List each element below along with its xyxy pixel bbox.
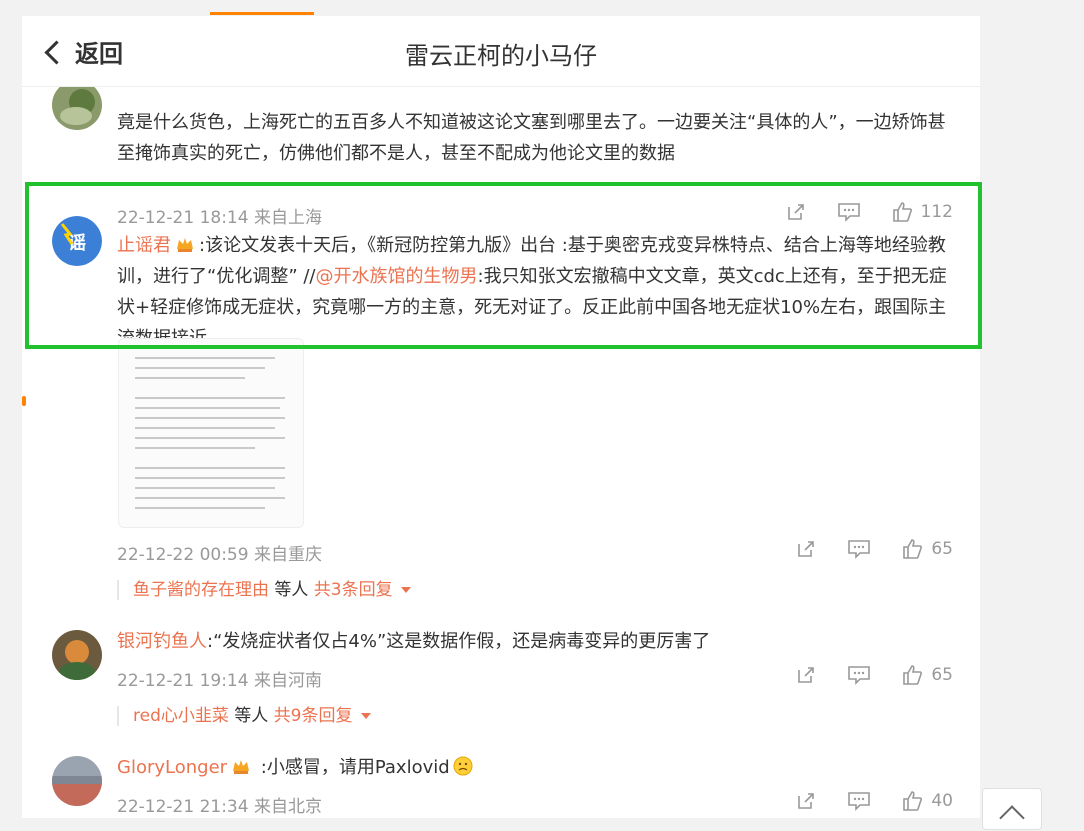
like-count: 112 <box>920 202 953 222</box>
comment-text: GloryLonger :小感冒，请用Paxlovid <box>117 752 957 783</box>
emoji-icon <box>453 756 473 776</box>
comment-text: 银河钓鱼人:“发烧症状者仅占4%”这是数据作假，还是病毒变异的更厉害了 <box>117 626 957 657</box>
comment-meta: 22-12-21 21:34 来自北京 <box>117 797 322 817</box>
reply-count-link[interactable]: 共3条回复 <box>314 580 393 600</box>
like-button[interactable]: 112 <box>891 201 953 223</box>
like-count: 65 <box>931 665 953 685</box>
comment-button[interactable] <box>847 538 871 560</box>
share-icon <box>798 541 815 557</box>
comment-actions: 65 <box>765 664 953 686</box>
comment-icon <box>848 792 871 811</box>
comment-actions: 65 <box>765 538 953 560</box>
thumbs-up-icon <box>892 202 912 222</box>
comment-text: 至掩饰真实的死亡，仿佛他们都不是人，甚至不配成为他论文里的数据 <box>117 143 675 164</box>
comment-meta: 22-12-22 00:59 来自重庆 <box>117 545 322 565</box>
caret-down-icon <box>400 587 411 593</box>
comment-button[interactable] <box>847 790 871 812</box>
share-button[interactable] <box>795 790 817 812</box>
avatar[interactable] <box>52 756 102 806</box>
avatar[interactable] <box>52 630 102 680</box>
share-button[interactable] <box>795 664 817 686</box>
like-button[interactable]: 65 <box>901 664 953 686</box>
thumbs-up-icon <box>903 539 923 559</box>
like-count: 65 <box>931 539 953 559</box>
comment-text: 止谣君:该论文发表十天后，《新冠防控第九版》出台 :基于奥密克戎变异株特点、结合… <box>117 230 957 354</box>
share-icon <box>787 204 804 220</box>
reply-user-link[interactable]: red心小韭菜 <box>133 706 229 726</box>
like-button[interactable]: 65 <box>901 538 953 560</box>
reply-count-link[interactable]: 共9条回复 <box>274 706 353 726</box>
reply-connector: 等人 <box>228 706 274 726</box>
avatar[interactable] <box>52 80 102 130</box>
reply-user-link[interactable]: 鱼子酱的存在理由 <box>133 580 269 600</box>
comment-actions: 112 <box>755 201 953 223</box>
comment-button[interactable] <box>847 664 871 686</box>
mention-link[interactable]: @开水族馆的生物男 <box>316 266 478 287</box>
comment-icon <box>848 666 871 685</box>
attached-image[interactable] <box>118 338 304 528</box>
page-title: 雷云正柯的小马仔 <box>405 42 597 70</box>
chevron-up-icon <box>999 805 1025 831</box>
username-link[interactable]: 银河钓鱼人 <box>117 631 207 652</box>
comment-meta: 22-12-21 18:14 来自上海 <box>117 208 322 228</box>
page-header: 返回 雷云正柯的小马仔 <box>22 16 980 87</box>
comment-actions: 40 <box>765 790 953 812</box>
comment-meta: 22-12-21 19:14 来自河南 <box>117 671 322 691</box>
comment-text-part: :小感冒，请用Paxlovid <box>255 757 450 778</box>
comment-body: 银河钓鱼人:“发烧症状者仅占4%”这是数据作假，还是病毒变异的更厉害了 22-1… <box>117 626 957 726</box>
crown-badge-icon <box>233 760 250 774</box>
comment-panel: 返回 雷云正柯的小马仔 竟是什么货色，上海死亡的五百多人不知道被这论文塞到哪里去… <box>22 16 980 818</box>
username-link[interactable]: 止谣君 <box>117 235 171 256</box>
share-icon <box>798 793 815 809</box>
tab-accent-bar <box>210 12 314 15</box>
share-icon <box>798 667 815 683</box>
caret-down-icon <box>360 713 371 719</box>
comment-body: 竟是什么货色，上海死亡的五百多人不知道被这论文塞到哪里去了。一边要关注“具体的人… <box>117 107 957 228</box>
comment-body: GloryLonger :小感冒，请用Paxlovid 22-12-21 21:… <box>117 752 957 817</box>
like-count: 40 <box>931 791 953 811</box>
scroll-to-top-button[interactable] <box>982 788 1042 831</box>
reply-summary: red心小韭菜 等人 共9条回复 <box>117 706 371 726</box>
thumbs-up-icon <box>903 791 923 811</box>
comment-text-part: :“发烧症状者仅占4%”这是数据作假，还是病毒变异的更厉害了 <box>207 631 711 652</box>
comment-icon <box>837 203 860 222</box>
comment-text: 竟是什么货色，上海死亡的五百多人不知道被这论文塞到哪里去了。一边要关注“具体的人… <box>117 112 946 133</box>
share-button[interactable] <box>795 538 817 560</box>
side-marker <box>22 396 26 406</box>
comment-body: 止谣君:该论文发表十天后，《新冠防控第九版》出台 :基于奥密克戎变异株特点、结合… <box>117 230 957 354</box>
comment-button[interactable] <box>837 201 861 223</box>
avatar[interactable]: 谣 <box>52 216 102 266</box>
like-button[interactable]: 40 <box>901 790 953 812</box>
thumbs-up-icon <box>903 665 923 685</box>
username-link[interactable]: GloryLonger <box>117 757 227 778</box>
share-button[interactable] <box>785 201 807 223</box>
reply-connector: 等人 <box>269 580 314 600</box>
crown-badge-icon <box>177 238 193 252</box>
reply-summary: 鱼子酱的存在理由 等人 共3条回复 <box>117 580 411 600</box>
comment-icon <box>848 540 871 559</box>
